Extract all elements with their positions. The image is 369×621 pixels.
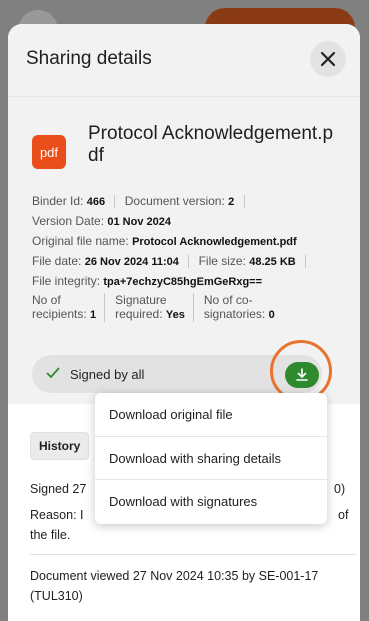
menu-download-original[interactable]: Download original file [95, 393, 327, 436]
sheet-title: Sharing details [26, 48, 152, 69]
cosigners-value: 0 [268, 309, 275, 321]
separator [305, 255, 307, 269]
signature-required-stat: Signature required: Yes [104, 293, 193, 322]
recipients-label-2: recipients: [32, 307, 87, 321]
file-size-value: 48.25 KB [249, 256, 296, 268]
meta-line-file-date: File date: 26 Nov 2024 11:04 File size: … [32, 251, 344, 271]
document-details: pdf Protocol Acknowledgement.pdf Binder … [8, 96, 360, 404]
integrity-value: tpa+7echzyC85hgEmGeRxg== [103, 276, 263, 288]
file-size-label: File size: [198, 254, 246, 268]
signing-stats: No of recipients: 1 Signature required: … [32, 293, 344, 322]
meta-line-original-name: Original file name: Protocol Acknowledge… [32, 231, 344, 251]
pdf-file-icon: pdf [32, 135, 66, 169]
close-icon [320, 51, 336, 67]
separator [114, 195, 116, 209]
sheet-header: Sharing details [8, 24, 360, 96]
history-entry-viewed: Document viewed 27 Nov 2024 10:35 by SE-… [30, 569, 319, 583]
version-date-value: 01 Nov 2024 [107, 216, 171, 228]
cosigners-label: No of co- [203, 293, 253, 307]
signature-label: Signature [115, 293, 167, 307]
history-tab[interactable]: History [30, 432, 90, 460]
download-menu: Download original file Download with sha… [95, 393, 327, 524]
doc-version-label: Document version: [124, 194, 225, 208]
sharing-details-sheet: Sharing details pdf Protocol Acknowledge… [8, 24, 360, 621]
signed-status-label: Signed by all [70, 366, 145, 382]
original-name-value: Protocol Acknowledgement.pdf [132, 236, 297, 248]
history-entry-reason-end: of [338, 508, 349, 522]
file-date-label: File date: [32, 254, 82, 268]
cosigners-label-2: signatories: [203, 307, 266, 321]
meta-line-integrity: File integrity: tpa+7echzyC85hgEmGeRxg== [32, 271, 344, 291]
recipients-label: No of [32, 293, 61, 307]
download-button[interactable] [285, 362, 319, 388]
history-entry-signed-end: 0) [334, 482, 346, 496]
original-name-label: Original file name: [32, 234, 129, 248]
document-name: Protocol Acknowledgement.pdf [88, 123, 334, 166]
history-entry-viewed-user: (TUL310) [30, 589, 83, 603]
history-entry-reason-start: Reason: I [30, 508, 84, 522]
recipients-value: 1 [90, 309, 97, 321]
document-header: pdf Protocol Acknowledgement.pdf [32, 123, 338, 169]
history-divider [30, 554, 356, 555]
menu-download-signatures[interactable]: Download with signatures [95, 479, 327, 522]
doc-version-value: 2 [228, 196, 235, 208]
checkmark-icon [46, 366, 60, 383]
history-entry-reason-cont: the file. [30, 528, 71, 542]
integrity-label: File integrity: [32, 274, 101, 288]
signature-label-2: required: [115, 307, 163, 321]
history-entry-signed-start: Signed 27 [30, 482, 87, 496]
cosignatories-stat: No of co- signatories: 0 [192, 293, 283, 322]
binder-id-label: Binder Id: [32, 194, 84, 208]
close-button[interactable] [310, 41, 346, 77]
signature-value: Yes [165, 309, 185, 321]
meta-line-binder: Binder Id: 466 Document version: 2 [32, 191, 344, 211]
file-date-value: 26 Nov 2024 11:04 [84, 256, 179, 268]
download-icon [296, 368, 308, 381]
menu-download-sharing-details[interactable]: Download with sharing details [95, 436, 327, 479]
separator [243, 195, 245, 209]
version-date-label: Version Date: [32, 214, 105, 228]
recipients-stat: No of recipients: 1 [32, 293, 104, 322]
document-metadata: Binder Id: 466 Document version: 2 Versi… [32, 191, 344, 322]
meta-line-version-date: Version Date: 01 Nov 2024 [32, 211, 344, 231]
binder-id-value: 466 [86, 196, 106, 208]
separator [188, 255, 190, 269]
